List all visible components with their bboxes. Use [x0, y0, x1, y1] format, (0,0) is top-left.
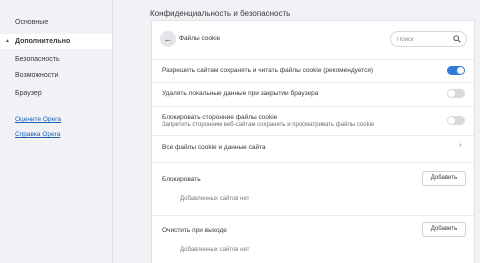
- arrow-left-icon: ←: [163, 34, 173, 44]
- divider: [152, 106, 474, 107]
- sidebar-item-label: Дополнительно: [15, 38, 71, 45]
- sidebar-item-label: Безопасность: [15, 56, 60, 63]
- sidebar-item-label: Браузер: [15, 90, 42, 97]
- page-title: Конфиденциальность и безопасность: [150, 9, 291, 18]
- sidebar-item-browser[interactable]: Браузер: [0, 86, 112, 101]
- subpage-title: Файлы cookie: [179, 35, 221, 42]
- block-third-party-toggle[interactable]: [447, 116, 465, 125]
- clear-on-exit-empty-text: Добавленных сайтов нет: [180, 247, 250, 253]
- search-icon[interactable]: [453, 35, 461, 43]
- block-third-party-label: Блокировать сторонние файлы cookie: [162, 114, 278, 121]
- sidebar: Основные ▲ Дополнительно Безопасность Во…: [0, 0, 112, 263]
- block-empty-text: Добавленных сайтов нет: [180, 196, 250, 202]
- search-input[interactable]: [397, 34, 452, 45]
- divider: [152, 82, 474, 83]
- sidebar-item-label: Возможности: [15, 72, 59, 79]
- divider: [152, 162, 474, 163]
- all-cookies-link[interactable]: Все файлы cookie и данные сайта: [162, 144, 266, 151]
- sidebar-item-security[interactable]: Безопасность: [0, 52, 112, 67]
- block-third-party-description: Запретить сторонним веб-сайтам сохранять…: [162, 122, 375, 128]
- block-section-title: Блокировать: [162, 176, 201, 183]
- toggle-knob: [448, 90, 455, 97]
- toggle-knob: [448, 117, 455, 124]
- divider: [152, 135, 474, 136]
- sidebar-item-label: Основные: [15, 19, 49, 26]
- cookies-panel: ← Файлы cookie Разрешить сайтам сохранят…: [151, 20, 475, 263]
- divider: [152, 59, 474, 60]
- chevron-right-icon[interactable]: ›: [459, 142, 461, 149]
- back-button[interactable]: ←: [160, 31, 176, 47]
- divider: [152, 215, 474, 216]
- rate-opera-link[interactable]: Оцените Opera: [15, 116, 61, 123]
- opera-help-link[interactable]: Справка Opera: [15, 131, 60, 138]
- sidebar-divider: [112, 0, 113, 263]
- toggle-knob: [457, 67, 464, 74]
- sidebar-item-basic[interactable]: Основные: [0, 15, 112, 30]
- clear-on-exit-section-title: Очистить при выходе: [162, 227, 227, 234]
- sidebar-item-features[interactable]: Возможности: [0, 68, 112, 83]
- allow-cookies-toggle[interactable]: [447, 66, 465, 75]
- clear-on-exit-label: Удалять локальные данные при закрытии бр…: [162, 90, 319, 97]
- allow-cookies-label: Разрешить сайтам сохранять и читать файл…: [162, 67, 374, 74]
- caret-up-icon: ▲: [5, 38, 10, 44]
- sidebar-item-advanced[interactable]: ▲ Дополнительно: [0, 34, 112, 49]
- block-add-button[interactable]: Добавить: [422, 171, 466, 186]
- search-box[interactable]: [390, 31, 467, 47]
- clear-on-exit-add-button[interactable]: Добавить: [422, 222, 466, 237]
- clear-on-exit-toggle[interactable]: [447, 89, 465, 98]
